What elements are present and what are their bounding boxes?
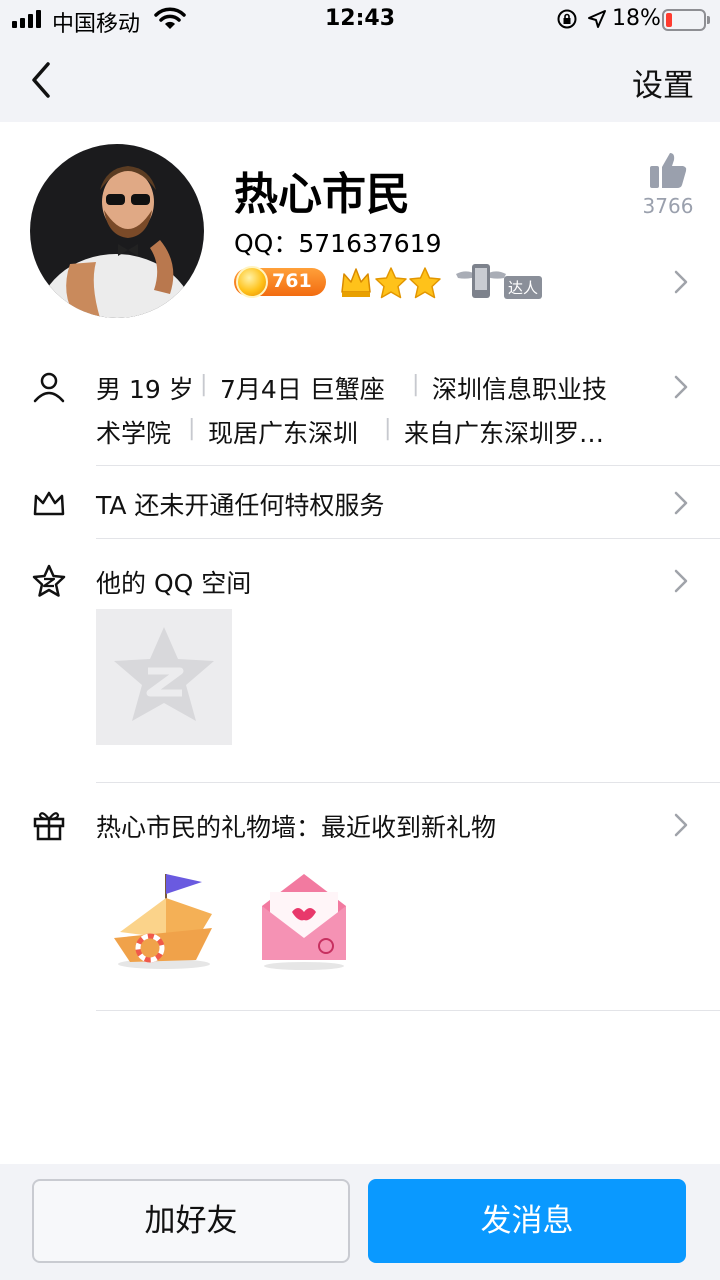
paper-boat-gift-icon[interactable]: [108, 868, 220, 972]
expert-badge: 达人: [454, 262, 546, 302]
info-birthday: 7月4日 巨蟹座: [220, 375, 385, 404]
divider: [96, 538, 720, 539]
coin-icon: [236, 266, 268, 298]
love-letter-gift-icon[interactable]: [256, 868, 352, 972]
info-residence: 现居广东深圳: [208, 419, 359, 448]
separator: |: [200, 372, 208, 397]
avatar[interactable]: [30, 144, 204, 318]
crown-outline-icon: [33, 491, 65, 516]
rotation-lock-icon: [557, 9, 577, 29]
thumbs-up-icon: [650, 153, 687, 188]
battery-percent: 18%: [612, 6, 661, 31]
qzone-label: 他的 QQ 空间: [96, 569, 252, 598]
qzone-placeholder-icon: [114, 627, 214, 721]
star-level-icon: [375, 267, 407, 299]
chevron-right-icon[interactable]: [674, 270, 688, 294]
badge-row[interactable]: 761 达人: [234, 262, 564, 302]
battery-icon: [662, 9, 710, 31]
status-bar: 中国移动 12:43 18%: [0, 0, 720, 40]
info-gender-age: 男 19 岁: [96, 375, 194, 404]
person-icon: [33, 372, 65, 403]
back-chevron-icon[interactable]: [22, 58, 62, 102]
bottom-action-bar: 加好友 发消息: [0, 1164, 720, 1280]
separator: |: [188, 416, 196, 441]
info-school-part1: 深圳信息职业技: [432, 375, 608, 404]
likes-button[interactable]: 3766: [636, 150, 700, 218]
qzone-thumbnail[interactable]: [96, 609, 232, 745]
level-number: 761: [272, 270, 312, 292]
expert-label: 达人: [504, 276, 543, 299]
chevron-right-icon: [674, 569, 688, 593]
chevron-right-icon: [674, 813, 688, 837]
likes-count: 3766: [642, 194, 694, 218]
send-message-button[interactable]: 发消息: [368, 1179, 686, 1263]
star-level-icon: [409, 267, 441, 299]
divider: [96, 1010, 720, 1011]
top-bar: 中国移动 12:43 18% 设置: [0, 0, 720, 122]
info-hometown: 来自广东深圳罗…: [404, 419, 605, 448]
separator: |: [384, 416, 392, 441]
gift-icon: [33, 812, 65, 841]
qq-number: QQ：571637619: [234, 229, 442, 258]
vip-status-text: TA 还未开通任何特权服务: [96, 491, 385, 520]
level-badge: 761: [234, 266, 326, 298]
chevron-right-icon: [674, 375, 688, 399]
location-icon: [588, 10, 606, 28]
qzone-star-icon: [32, 564, 66, 597]
add-friend-button[interactable]: 加好友: [32, 1179, 350, 1263]
crown-level-icon: [341, 268, 371, 297]
chevron-right-icon: [674, 491, 688, 515]
separator: |: [412, 372, 420, 397]
divider: [96, 782, 720, 783]
profile-name: 热心市民: [234, 169, 410, 220]
info-school-part2: 术学院: [96, 419, 172, 448]
gift-wall-label: 热心市民的礼物墙：最近收到新礼物: [96, 813, 497, 842]
settings-button[interactable]: 设置: [632, 60, 694, 105]
divider: [96, 465, 720, 466]
